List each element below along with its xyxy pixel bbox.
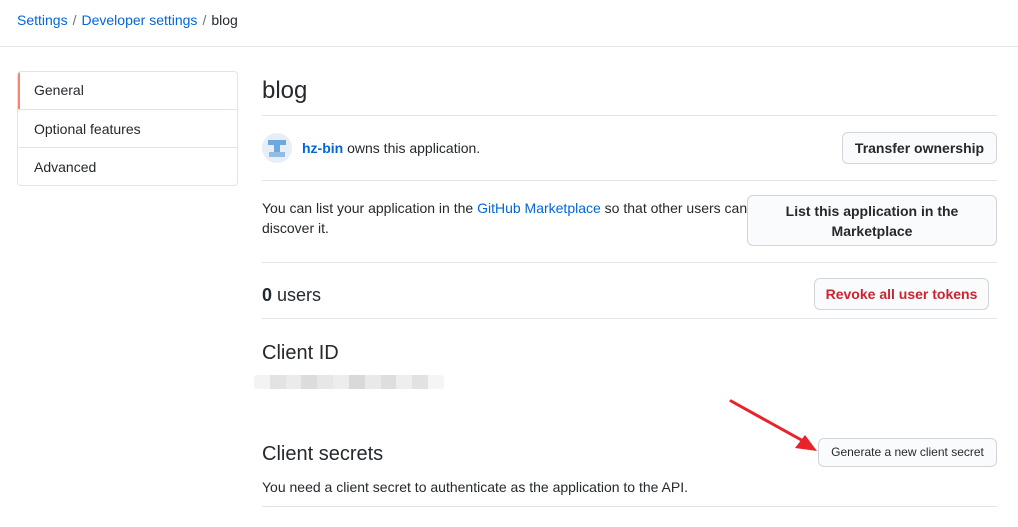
marketplace-text-before: You can list your application in the [262,200,478,216]
page-title: blog [262,77,308,104]
divider [262,262,997,263]
sidebar-item-general[interactable]: General [18,72,237,109]
users-count-number: 0 [262,285,273,305]
users-count: 0 users [262,283,321,307]
sidebar-nav: General Optional features Advanced [17,71,238,186]
client-id-heading: Client ID [262,342,339,364]
divider [262,506,997,507]
transfer-ownership-button[interactable]: Transfer ownership [842,132,997,164]
divider [262,318,997,319]
marketplace-description: You can list your application in the Git… [262,198,752,238]
client-id-value-redacted [254,375,444,389]
list-in-marketplace-button[interactable]: List this application in the Marketplace [747,195,997,246]
github-marketplace-link[interactable]: GitHub Marketplace [477,200,601,216]
breadcrumb-settings-link[interactable]: Settings [17,12,68,28]
generate-client-secret-button[interactable]: Generate a new client secret [818,438,997,467]
sidebar-item-advanced[interactable]: Advanced [18,147,237,185]
breadcrumb-separator: / [202,12,207,28]
identicon-shape [274,145,280,152]
sidebar-item-optional-features[interactable]: Optional features [18,109,237,147]
breadcrumb-developer-settings-link[interactable]: Developer settings [81,12,197,28]
divider [262,115,997,116]
owner-link[interactable]: hz-bin [302,140,343,156]
client-secrets-heading: Client secrets [262,443,384,465]
divider [262,180,997,181]
revoke-user-tokens-button[interactable]: Revoke all user tokens [814,278,989,310]
red-annotation-arrow-icon [729,399,817,451]
owner-suffix: owns this application. [343,140,481,156]
avatar[interactable] [262,133,292,163]
client-secret-note: You need a client secret to authenticate… [262,479,689,495]
main-content: blog hz-bin owns this application. Trans… [254,0,997,527]
users-count-label: users [272,285,322,305]
breadcrumb-current: blog [211,12,238,28]
breadcrumb-separator: / [72,12,77,28]
owner-text: hz-bin owns this application. [302,139,480,157]
breadcrumb: Settings / Developer settings / blog [17,11,238,29]
identicon-shape [269,152,285,157]
